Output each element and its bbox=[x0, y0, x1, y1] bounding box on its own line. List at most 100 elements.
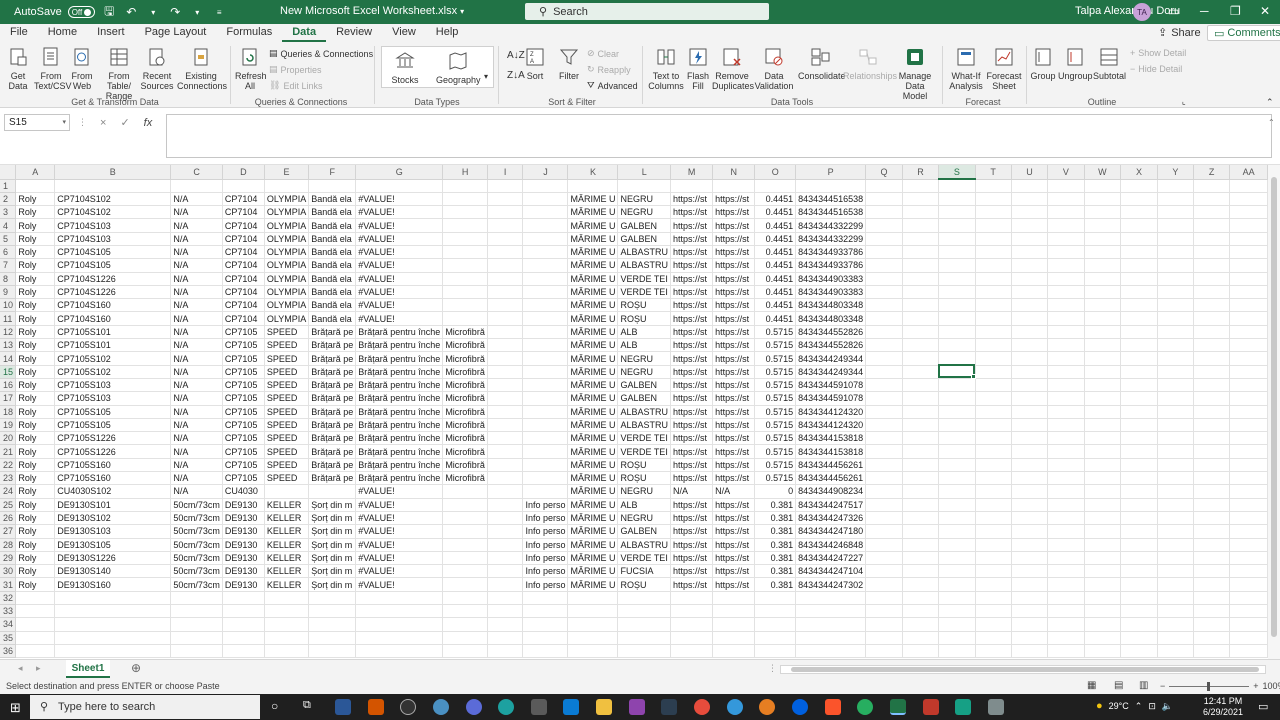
cell-a9[interactable]: Roly bbox=[15, 285, 56, 300]
cell-aa15[interactable] bbox=[1229, 365, 1268, 379]
column-header-n[interactable]: N bbox=[712, 165, 756, 180]
row-header[interactable]: 30 bbox=[0, 564, 17, 579]
cell-p18[interactable]: 8434344124320 bbox=[795, 405, 867, 419]
cell-j32[interactable] bbox=[522, 591, 569, 606]
cell-w36[interactable] bbox=[1084, 644, 1122, 659]
cell-t5[interactable] bbox=[975, 232, 1012, 246]
cell-u7[interactable] bbox=[1011, 258, 1049, 273]
network-icon[interactable]: ⊡ bbox=[1148, 701, 1156, 712]
cell-c29[interactable]: 50cm/73cm bbox=[170, 551, 223, 566]
cell-p3[interactable]: 8434344516538 bbox=[795, 205, 867, 220]
cell-x17[interactable] bbox=[1120, 391, 1158, 406]
data-types-more-icon[interactable]: ▾ bbox=[484, 72, 488, 81]
column-header-s[interactable]: S bbox=[938, 165, 976, 180]
cell-aa35[interactable] bbox=[1229, 631, 1268, 645]
stocks-button[interactable]: Stocks bbox=[386, 50, 424, 85]
cell-w7[interactable] bbox=[1084, 258, 1122, 273]
cell-e17[interactable]: SPEED bbox=[264, 391, 310, 406]
taskbar-app-powershell-icon[interactable] bbox=[335, 699, 351, 715]
cell-h36[interactable] bbox=[442, 644, 488, 659]
cell-o33[interactable] bbox=[754, 604, 797, 619]
normal-view-icon[interactable]: ▦ bbox=[1087, 680, 1096, 691]
cell-s34[interactable] bbox=[938, 617, 976, 632]
cell-g21[interactable]: Brățară pentru înche bbox=[355, 444, 444, 459]
cell-b14[interactable]: CP7105S102 bbox=[54, 351, 172, 366]
cell-g5[interactable]: #VALUE! bbox=[355, 232, 444, 246]
cell-l10[interactable]: ROȘU bbox=[617, 298, 671, 313]
cell-u11[interactable] bbox=[1011, 311, 1049, 326]
cell-q1[interactable] bbox=[865, 179, 903, 193]
cell-aa21[interactable] bbox=[1229, 444, 1268, 459]
cell-o1[interactable] bbox=[754, 179, 797, 193]
column-header-p[interactable]: P bbox=[795, 165, 867, 180]
cell-h22[interactable]: Microfibră bbox=[442, 458, 488, 473]
cell-g1[interactable] bbox=[355, 179, 444, 193]
cell-t7[interactable] bbox=[975, 258, 1012, 273]
cell-v35[interactable] bbox=[1047, 631, 1085, 645]
cell-d22[interactable]: CP7105 bbox=[222, 458, 265, 473]
cell-e12[interactable]: SPEED bbox=[264, 325, 310, 340]
cell-a17[interactable]: Roly bbox=[15, 391, 56, 406]
cell-r21[interactable] bbox=[902, 444, 940, 459]
cell-e6[interactable]: OLYMPIA bbox=[264, 245, 310, 260]
cell-q12[interactable] bbox=[865, 325, 903, 340]
cell-n7[interactable]: https://st bbox=[712, 258, 756, 273]
cell-a14[interactable]: Roly bbox=[15, 351, 56, 366]
cell-c6[interactable]: N/A bbox=[170, 245, 223, 260]
cell-c26[interactable]: 50cm/73cm bbox=[170, 511, 223, 526]
cell-l13[interactable]: ALB bbox=[617, 338, 671, 353]
cell-k26[interactable]: MĂRIME U bbox=[567, 511, 619, 526]
cell-n27[interactable]: https://st bbox=[712, 524, 756, 539]
cell-h3[interactable] bbox=[442, 205, 488, 220]
cell-y5[interactable] bbox=[1157, 232, 1195, 246]
cell-u27[interactable] bbox=[1011, 524, 1049, 539]
cell-n30[interactable]: https://st bbox=[712, 564, 756, 579]
cell-z23[interactable] bbox=[1193, 471, 1231, 486]
cell-i3[interactable] bbox=[487, 205, 524, 220]
windows-start-icon[interactable]: ⊞ bbox=[10, 700, 21, 716]
cell-p21[interactable]: 8434344153818 bbox=[795, 444, 867, 459]
row-header[interactable]: 15 bbox=[0, 365, 17, 379]
cell-f27[interactable]: Șorț din m bbox=[308, 524, 357, 539]
cell-w18[interactable] bbox=[1084, 405, 1122, 419]
cell-i32[interactable] bbox=[487, 591, 524, 606]
cell-t16[interactable] bbox=[975, 378, 1012, 393]
cell-d8[interactable]: CP7104 bbox=[222, 272, 265, 286]
cell-k9[interactable]: MĂRIME U bbox=[567, 285, 619, 300]
cell-t28[interactable] bbox=[975, 538, 1012, 552]
cell-h21[interactable]: Microfibră bbox=[442, 444, 488, 459]
cell-e22[interactable]: SPEED bbox=[264, 458, 310, 473]
cell-h12[interactable]: Microfibră bbox=[442, 325, 488, 340]
cell-y21[interactable] bbox=[1157, 444, 1195, 459]
cell-g28[interactable]: #VALUE! bbox=[355, 538, 444, 552]
cell-q25[interactable] bbox=[865, 498, 903, 512]
cell-u25[interactable] bbox=[1011, 498, 1049, 512]
cell-w29[interactable] bbox=[1084, 551, 1122, 566]
cell-s20[interactable] bbox=[938, 431, 976, 446]
cell-b21[interactable]: CP7105S1226 bbox=[54, 444, 172, 459]
cell-f1[interactable] bbox=[308, 179, 357, 193]
cell-i22[interactable] bbox=[487, 458, 524, 473]
cell-v34[interactable] bbox=[1047, 617, 1085, 632]
cell-r19[interactable] bbox=[902, 418, 940, 433]
cell-v21[interactable] bbox=[1047, 444, 1085, 459]
cell-l32[interactable] bbox=[617, 591, 671, 606]
from-text-csv-button[interactable]: From Text/CSV bbox=[34, 46, 72, 91]
cell-v3[interactable] bbox=[1047, 205, 1085, 220]
cell-o36[interactable] bbox=[754, 644, 797, 659]
cell-k4[interactable]: MĂRIME U bbox=[567, 218, 619, 233]
cell-p17[interactable]: 8434344591078 bbox=[795, 391, 867, 406]
cell-x20[interactable] bbox=[1120, 431, 1158, 446]
cell-f33[interactable] bbox=[308, 604, 357, 619]
tab-data[interactable]: Data bbox=[282, 24, 327, 42]
cell-p1[interactable] bbox=[795, 179, 867, 193]
user-name[interactable]: Talpa Alexandru Doru bbox=[1075, 5, 1180, 17]
cell-t34[interactable] bbox=[975, 617, 1012, 632]
cell-h26[interactable] bbox=[442, 511, 488, 526]
cell-o17[interactable]: 0.5715 bbox=[754, 391, 797, 406]
cell-v4[interactable] bbox=[1047, 218, 1085, 233]
cell-r7[interactable] bbox=[902, 258, 940, 273]
cell-w30[interactable] bbox=[1084, 564, 1122, 579]
cell-s30[interactable] bbox=[938, 564, 976, 579]
clear-button[interactable]: ⊘ Clear bbox=[587, 48, 619, 59]
